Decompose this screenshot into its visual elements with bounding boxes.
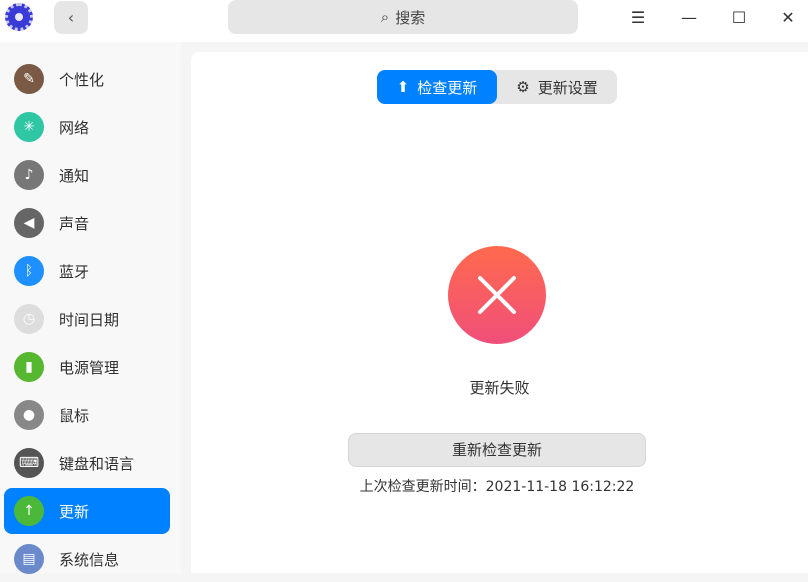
search-placeholder: 搜索 xyxy=(395,8,426,27)
sidebar-item[interactable]: ✳ 网络 xyxy=(4,104,170,150)
sidebar-item-label: 系统信息 xyxy=(59,550,120,569)
menu-button[interactable]: ☰ xyxy=(626,6,650,30)
retry-check-button[interactable]: 重新检查更新 xyxy=(348,433,646,467)
upload-icon: ⬆ xyxy=(396,78,410,96)
sidebar-item-label: 键盘和语言 xyxy=(59,454,135,473)
palette-icon: ✎ xyxy=(14,64,44,94)
app-logo-icon xyxy=(5,3,33,31)
sidebar-item[interactable]: ✎ 个性化 xyxy=(4,56,170,102)
search-icon: ⌕ xyxy=(380,8,390,26)
sidebar-item-label: 声音 xyxy=(59,214,90,233)
minimize-button[interactable]: — xyxy=(677,6,701,30)
update-icon: ↑ xyxy=(14,496,44,526)
tab-check-update[interactable]: ⬆ 检查更新 xyxy=(377,70,497,104)
sidebar-item[interactable]: ◀ 声音 xyxy=(4,200,170,246)
sidebar-item-label: 通知 xyxy=(59,166,90,185)
sidebar-item[interactable]: ▮ 电源管理 xyxy=(4,344,170,390)
main-panel: ⬆ 检查更新 ⚙ 更新设置 更新失败 重新检查更新 上次检查更新时间：2021-11… xyxy=(191,52,808,573)
network-icon: ✳ xyxy=(14,112,44,142)
sidebar-item-label: 更新 xyxy=(59,502,90,521)
update-status: 更新失败 xyxy=(469,379,530,397)
error-icon xyxy=(448,246,546,344)
clock-icon: ◷ xyxy=(14,304,44,334)
gear-icon: ⚙ xyxy=(516,78,530,96)
last-check-time: 上次检查更新时间：2021-11-18 16:12:22 xyxy=(359,479,635,495)
bluetooth-icon: ᛒ xyxy=(14,256,44,286)
search-input[interactable]: ⌕ 搜索 xyxy=(228,0,578,34)
sidebar-item-label: 蓝牙 xyxy=(59,262,90,281)
system-info-icon: ▤ xyxy=(14,544,44,574)
tab-bar: ⬆ 检查更新 ⚙ 更新设置 xyxy=(377,70,617,104)
battery-icon: ▮ xyxy=(14,352,44,382)
close-button[interactable]: ✕ xyxy=(776,6,800,30)
maximize-button[interactable]: ☐ xyxy=(727,6,751,30)
bell-icon: ♪ xyxy=(14,160,44,190)
sidebar-item[interactable]: ◷ 时间日期 xyxy=(4,296,170,342)
titlebar: ‹ ⌕ 搜索 ☰ — ☐ ✕ xyxy=(0,0,808,42)
sidebar-item-label: 鼠标 xyxy=(59,406,90,425)
speaker-icon: ◀ xyxy=(14,208,44,238)
back-button[interactable]: ‹ xyxy=(54,1,88,34)
sidebar: ✎ 个性化 ✳ 网络 ♪ 通知 ◀ 声音 ᛒ 蓝牙 ◷ 时间日期 ▮ 电源管理 ● 鼠标 ⌨ 键盘和语言 ↑ 更新 ▤ 系… xyxy=(0,42,181,574)
mouse-icon: ● xyxy=(14,400,44,430)
sidebar-item[interactable]: ● 鼠标 xyxy=(4,392,170,438)
sidebar-item-label: 网络 xyxy=(59,118,90,137)
sidebar-item[interactable]: ⌨ 键盘和语言 xyxy=(4,440,170,486)
sidebar-item-label: 电源管理 xyxy=(59,358,120,377)
sidebar-item[interactable]: ↑ 更新 xyxy=(4,488,170,534)
sidebar-item-label: 时间日期 xyxy=(59,310,120,329)
tab-update-settings[interactable]: ⚙ 更新设置 xyxy=(497,70,617,104)
sidebar-item[interactable]: ♪ 通知 xyxy=(4,152,170,198)
sidebar-item-label: 个性化 xyxy=(59,70,105,89)
keyboard-icon: ⌨ xyxy=(14,448,44,478)
sidebar-item[interactable]: ᛒ 蓝牙 xyxy=(4,248,170,294)
sidebar-item[interactable]: ▤ 系统信息 xyxy=(4,536,170,582)
